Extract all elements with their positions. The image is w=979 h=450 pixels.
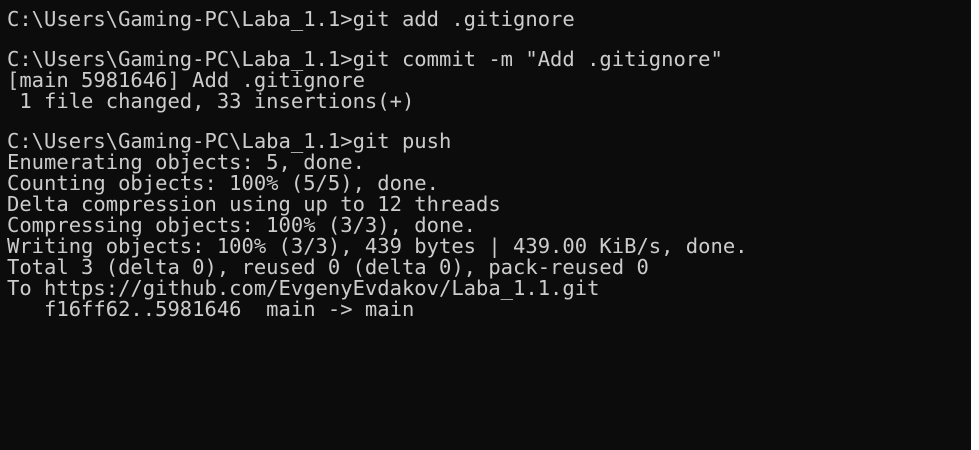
console-window[interactable]: C:\Users\Gaming-PC\Laba_1.1>git add .git… xyxy=(0,0,971,450)
push-output-ref-update: f16ff62..5981646 main -> main xyxy=(7,297,415,321)
push-output-total: Total 3 (delta 0), reused 0 (delta 0), p… xyxy=(7,255,649,279)
commit-summary-line: [main 5981646] Add .gitignore xyxy=(7,68,365,92)
commit-stats-line: 1 file changed, 33 insertions(+) xyxy=(7,89,415,113)
push-output-delta-compression: Delta compression using up to 12 threads xyxy=(7,192,501,216)
prompt-line-git-commit: C:\Users\Gaming-PC\Laba_1.1>git commit -… xyxy=(7,47,723,71)
console-output: C:\Users\Gaming-PC\Laba_1.1>git add .git… xyxy=(7,9,971,320)
prompt-line-git-push: C:\Users\Gaming-PC\Laba_1.1>git push xyxy=(7,129,452,153)
push-output-compressing: Compressing objects: 100% (3/3), done. xyxy=(7,213,476,237)
push-output-counting: Counting objects: 100% (5/5), done. xyxy=(7,171,439,195)
push-output-remote-url: To https://github.com/EvgenyEvdakov/Laba… xyxy=(7,276,600,300)
push-output-enumerating: Enumerating objects: 5, done. xyxy=(7,150,365,174)
push-output-writing: Writing objects: 100% (3/3), 439 bytes |… xyxy=(7,234,748,258)
prompt-line-git-add: C:\Users\Gaming-PC\Laba_1.1>git add .git… xyxy=(7,7,575,31)
